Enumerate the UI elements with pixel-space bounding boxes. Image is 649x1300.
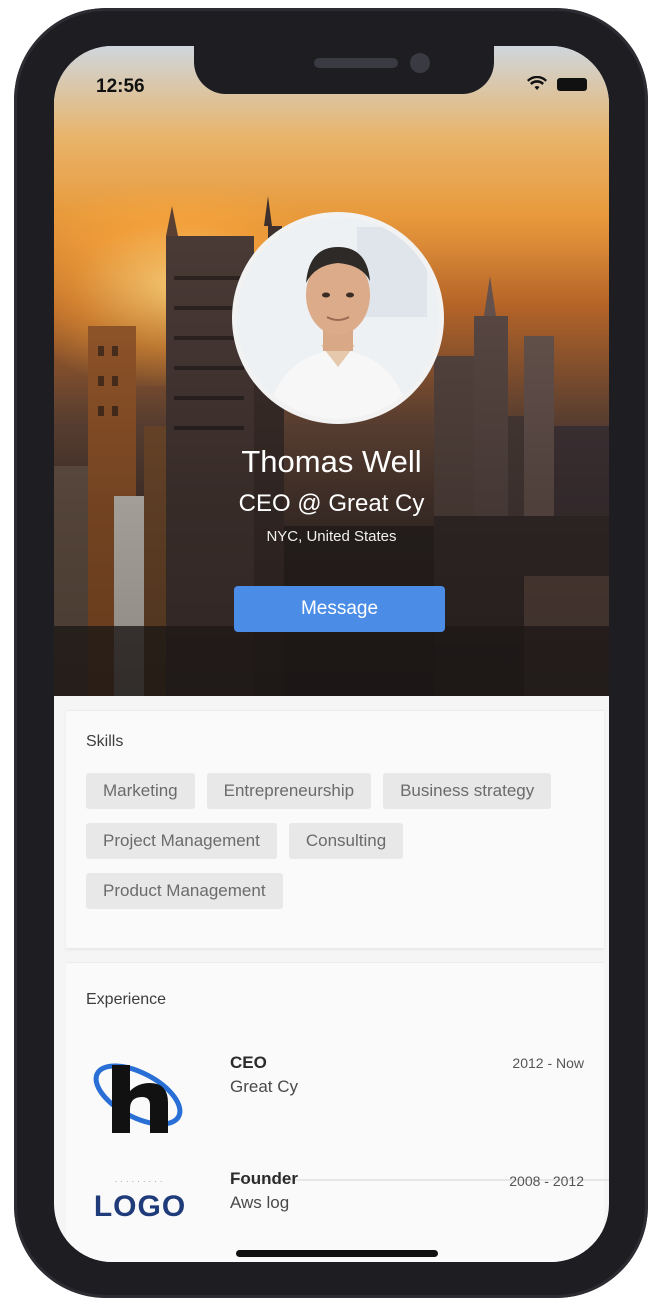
skills-tag-list: Marketing Entrepreneurship Business stra… — [86, 773, 586, 909]
skill-tag[interactable]: Project Management — [86, 823, 277, 859]
experience-role: CEO — [230, 1053, 267, 1072]
company-logo: ········· LOGO — [90, 1177, 190, 1262]
battery-icon — [557, 77, 587, 91]
skill-tag[interactable]: Business strategy — [383, 773, 552, 809]
front-camera — [410, 53, 430, 73]
home-indicator[interactable] — [236, 1250, 438, 1257]
experience-dates: 2012 - Now — [512, 1055, 584, 1071]
skills-card: Skills Marketing Entrepreneurship Busine… — [66, 710, 604, 948]
experience-heading: Experience — [86, 991, 167, 1008]
status-time: 12:56 — [96, 76, 145, 97]
speaker — [314, 58, 398, 68]
skill-tag[interactable]: Entrepreneurship — [206, 773, 372, 809]
experience-card: Experience CEO Great Cy 2012 - Now ·····… — [66, 962, 609, 1262]
experience-item[interactable]: CEO Great Cy 2012 - Now — [66, 1041, 609, 1181]
profile-name: Thomas Well — [241, 444, 422, 479]
screen: 12:56 Thomas Well CEO @ Great Cy NYC, Un… — [54, 46, 609, 1262]
profile-location: NYC, United States — [266, 528, 397, 545]
experience-dates: 2008 - 2012 — [509, 1173, 584, 1189]
status-icons — [527, 76, 587, 92]
skill-tag[interactable]: Marketing — [86, 773, 195, 809]
company-h-logo — [93, 1063, 183, 1133]
experience-company: Great Cy — [230, 1077, 299, 1096]
skill-tag[interactable]: Product Management — [86, 873, 283, 909]
skill-tag[interactable]: Consulting — [288, 823, 404, 859]
experience-item[interactable]: ········· LOGO Founder Aws log 2008 - 20… — [66, 1159, 604, 1262]
notch — [194, 46, 494, 94]
experience-role: Founder — [230, 1169, 298, 1188]
profile-photo — [237, 217, 439, 419]
logo-wordmark: LOGO — [93, 1190, 187, 1223]
profile-title: CEO @ Great Cy — [238, 490, 425, 517]
message-button[interactable]: Message — [234, 586, 445, 632]
phone-frame: 12:56 Thomas Well CEO @ Great Cy NYC, Un… — [14, 8, 648, 1298]
wifi-icon — [527, 76, 547, 90]
experience-company: Aws log — [230, 1193, 290, 1212]
profile-avatar[interactable] — [232, 212, 444, 424]
skills-heading: Skills — [86, 733, 124, 750]
